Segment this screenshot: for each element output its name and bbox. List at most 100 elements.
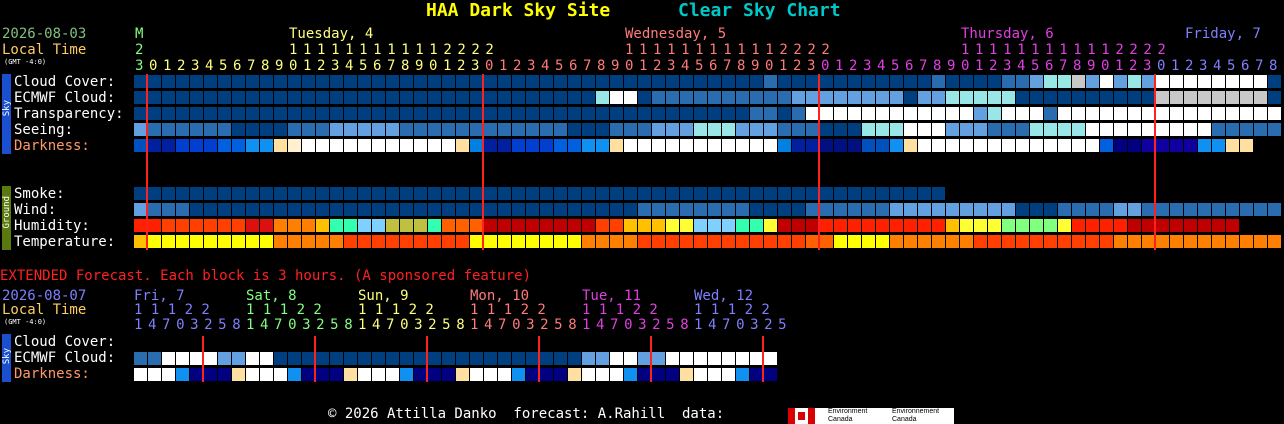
wind-block[interactable] (1254, 203, 1267, 216)
ext-cloud-block[interactable] (624, 352, 637, 365)
humidity-block[interactable] (176, 219, 189, 232)
darkness-block[interactable] (1058, 139, 1071, 152)
humidity-block[interactable] (344, 219, 357, 232)
cloud-cover-block[interactable] (1100, 75, 1113, 88)
humidity-block[interactable] (680, 219, 693, 232)
smoke-block[interactable] (694, 187, 707, 200)
temperature-block[interactable] (1128, 235, 1141, 248)
darkness-block[interactable] (554, 139, 567, 152)
darkness-block[interactable] (666, 139, 679, 152)
transparency-block[interactable] (554, 107, 567, 120)
ext-darkness-block[interactable] (274, 368, 287, 381)
wind-block[interactable] (330, 203, 343, 216)
cloud-cover-block[interactable] (624, 75, 637, 88)
smoke-block[interactable] (876, 187, 889, 200)
temperature-block[interactable] (918, 235, 931, 248)
transparency-block[interactable] (764, 107, 777, 120)
darkness-block[interactable] (820, 139, 833, 152)
darkness-block[interactable] (498, 139, 511, 152)
ext-darkness-block[interactable] (764, 368, 777, 381)
ext-darkness-block[interactable] (302, 368, 315, 381)
humidity-block[interactable] (134, 219, 147, 232)
smoke-block[interactable] (820, 187, 833, 200)
cloud-cover-block[interactable] (1030, 75, 1043, 88)
ecmwf-cloud-block[interactable] (1156, 91, 1169, 104)
transparency-block[interactable] (582, 107, 595, 120)
temperature-block[interactable] (372, 235, 385, 248)
cloud-cover-block[interactable] (204, 75, 217, 88)
darkness-block[interactable] (638, 139, 651, 152)
temperature-block[interactable] (176, 235, 189, 248)
seeing-block[interactable] (176, 123, 189, 136)
humidity-block[interactable] (582, 219, 595, 232)
ecmwf-cloud-block[interactable] (1030, 91, 1043, 104)
seeing-block[interactable] (736, 123, 749, 136)
temperature-block[interactable] (848, 235, 861, 248)
humidity-block[interactable] (1002, 219, 1015, 232)
smoke-block[interactable] (848, 187, 861, 200)
darkness-block[interactable] (680, 139, 693, 152)
darkness-block[interactable] (540, 139, 553, 152)
darkness-block[interactable] (764, 139, 777, 152)
ecmwf-cloud-block[interactable] (316, 91, 329, 104)
humidity-block[interactable] (596, 219, 609, 232)
seeing-block[interactable] (232, 123, 245, 136)
ecmwf-cloud-block[interactable] (176, 91, 189, 104)
wind-block[interactable] (260, 203, 273, 216)
ext-cloud-block[interactable] (400, 352, 413, 365)
smoke-block[interactable] (862, 187, 875, 200)
ext-cloud-block[interactable] (358, 352, 371, 365)
smoke-block[interactable] (260, 187, 273, 200)
smoke-block[interactable] (470, 187, 483, 200)
ecmwf-cloud-block[interactable] (736, 91, 749, 104)
darkness-block[interactable] (736, 139, 749, 152)
smoke-block[interactable] (722, 187, 735, 200)
temperature-block[interactable] (1198, 235, 1211, 248)
temperature-block[interactable] (960, 235, 973, 248)
ext-darkness-block[interactable] (470, 368, 483, 381)
transparency-block[interactable] (568, 107, 581, 120)
humidity-block[interactable] (568, 219, 581, 232)
transparency-block[interactable] (400, 107, 413, 120)
seeing-block[interactable] (498, 123, 511, 136)
darkness-block[interactable] (778, 139, 791, 152)
ext-darkness-block[interactable] (666, 368, 679, 381)
seeing-block[interactable] (1212, 123, 1225, 136)
humidity-block[interactable] (484, 219, 497, 232)
darkness-block[interactable] (1156, 139, 1169, 152)
seeing-block[interactable] (554, 123, 567, 136)
seeing-block[interactable] (568, 123, 581, 136)
ecmwf-cloud-block[interactable] (722, 91, 735, 104)
humidity-block[interactable] (554, 219, 567, 232)
transparency-block[interactable] (386, 107, 399, 120)
ext-darkness-block[interactable] (400, 368, 413, 381)
temperature-block[interactable] (610, 235, 623, 248)
ext-darkness-block[interactable] (386, 368, 399, 381)
humidity-block[interactable] (1072, 219, 1085, 232)
ecmwf-cloud-block[interactable] (708, 91, 721, 104)
darkness-block[interactable] (596, 139, 609, 152)
cloud-cover-block[interactable] (834, 75, 847, 88)
smoke-block[interactable] (246, 187, 259, 200)
seeing-block[interactable] (302, 123, 315, 136)
seeing-block[interactable] (1198, 123, 1211, 136)
ext-cloud-block[interactable] (386, 352, 399, 365)
darkness-block[interactable] (750, 139, 763, 152)
seeing-block[interactable] (722, 123, 735, 136)
temperature-block[interactable] (1184, 235, 1197, 248)
humidity-block[interactable] (792, 219, 805, 232)
humidity-block[interactable] (932, 219, 945, 232)
ecmwf-cloud-block[interactable] (820, 91, 833, 104)
darkness-block[interactable] (386, 139, 399, 152)
transparency-block[interactable] (694, 107, 707, 120)
ext-darkness-block[interactable] (316, 368, 329, 381)
ecmwf-cloud-block[interactable] (414, 91, 427, 104)
temperature-block[interactable] (204, 235, 217, 248)
darkness-block[interactable] (848, 139, 861, 152)
darkness-block[interactable] (316, 139, 329, 152)
transparency-block[interactable] (806, 107, 819, 120)
ext-cloud-block[interactable] (372, 352, 385, 365)
seeing-block[interactable] (526, 123, 539, 136)
smoke-block[interactable] (554, 187, 567, 200)
humidity-block[interactable] (288, 219, 301, 232)
